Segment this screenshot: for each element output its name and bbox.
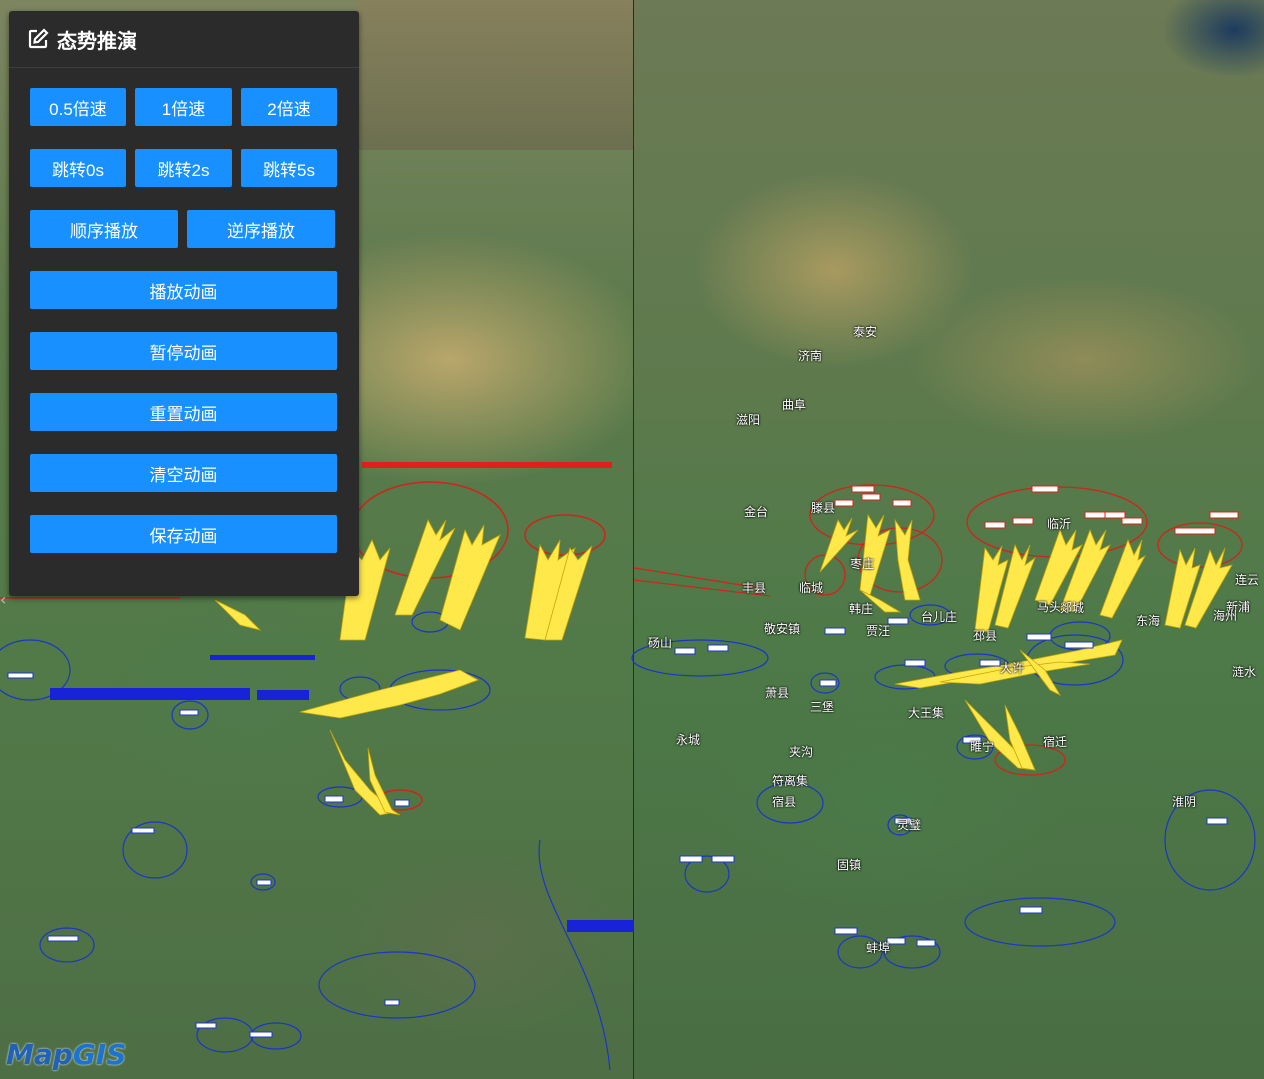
city-label: 贾汪	[866, 624, 891, 638]
city-label: 丰县	[742, 581, 767, 595]
clear-animation-button[interactable]: 清空动画	[30, 454, 337, 492]
city-label: 宿迁	[1043, 735, 1068, 749]
city-label: 曲阜	[782, 398, 807, 412]
city-label: 连云	[1235, 573, 1260, 587]
city-label: 淮阴	[1172, 795, 1197, 809]
left-enemy-zones	[351, 481, 606, 811]
reverse-play-button[interactable]: 逆序播放	[187, 210, 335, 248]
left-blue-bar-1	[50, 688, 250, 700]
city-label: 蚌埠	[866, 941, 891, 955]
jump-5s-button[interactable]: 跳转5s	[241, 149, 337, 187]
panel-header: 态势推演	[9, 11, 359, 68]
city-label: 敬安镇	[764, 622, 801, 636]
city-label: 海州	[1213, 609, 1238, 623]
city-label: 大许	[1000, 661, 1025, 675]
logo-text-1: Map	[6, 1038, 73, 1071]
left-red-banner	[362, 462, 612, 468]
speed-0.5x-button[interactable]: 0.5倍速	[30, 88, 126, 126]
city-label: 三堡	[810, 700, 835, 714]
city-label: 睢宁	[970, 740, 995, 754]
city-label: 滕县	[811, 501, 836, 515]
speed-2x-button[interactable]: 2倍速	[241, 88, 337, 126]
left-blue-bar-4	[567, 920, 634, 932]
jump-2s-button[interactable]: 跳转2s	[135, 149, 232, 187]
city-label: 东海	[1136, 614, 1161, 628]
left-blue-bar-2	[257, 690, 309, 700]
city-label: 郯城	[1060, 601, 1085, 615]
right-friendly-zones	[631, 604, 1256, 969]
left-blue-bar-3	[210, 655, 315, 660]
city-label: 夹沟	[789, 745, 814, 759]
collapse-arrow-icon[interactable]: ‹	[0, 590, 6, 609]
city-label: 萧县	[765, 686, 790, 700]
city-label: 台儿庄	[921, 610, 958, 624]
city-label: 马头	[1037, 600, 1062, 614]
left-unit-labels	[7, 672, 410, 1038]
logo-text-2: GIS	[72, 1038, 127, 1071]
city-label: 宿县	[772, 795, 797, 809]
mapgis-logo: MapGIS	[6, 1038, 126, 1071]
play-animation-button[interactable]: 播放动画	[30, 271, 337, 309]
city-label: 邳县	[973, 629, 998, 643]
reset-animation-button[interactable]: 重置动画	[30, 393, 337, 431]
save-animation-button[interactable]: 保存动画	[30, 515, 337, 553]
city-label: 灵璧	[897, 818, 922, 832]
city-label: 临沂	[1047, 517, 1072, 531]
jump-0s-button[interactable]: 跳转0s	[30, 149, 126, 187]
left-friendly-zones	[0, 611, 611, 1071]
edit-icon	[27, 28, 49, 50]
city-label: 大王集	[908, 706, 945, 720]
city-label: 济南	[798, 349, 823, 363]
city-label: 涟水	[1232, 665, 1257, 679]
city-label: 砀山	[648, 636, 673, 650]
city-label: 泰安	[853, 325, 878, 339]
city-label: 符离集	[772, 774, 809, 788]
forward-play-button[interactable]: 顺序播放	[30, 210, 178, 248]
city-label: 枣庄	[850, 557, 875, 571]
right-unit-labels	[674, 485, 1239, 947]
pause-animation-button[interactable]: 暂停动画	[30, 332, 337, 370]
panel-title: 态势推演	[57, 28, 137, 53]
city-label: 金台	[744, 505, 769, 519]
city-label: 固镇	[837, 858, 862, 872]
city-label: 临城	[799, 581, 824, 595]
city-label: 滋阳	[736, 413, 761, 427]
right-attack-arrows	[819, 513, 1233, 771]
city-label: 韩庄	[849, 602, 874, 616]
speed-1x-button[interactable]: 1倍速	[135, 88, 232, 126]
city-label: 永城	[676, 733, 701, 747]
